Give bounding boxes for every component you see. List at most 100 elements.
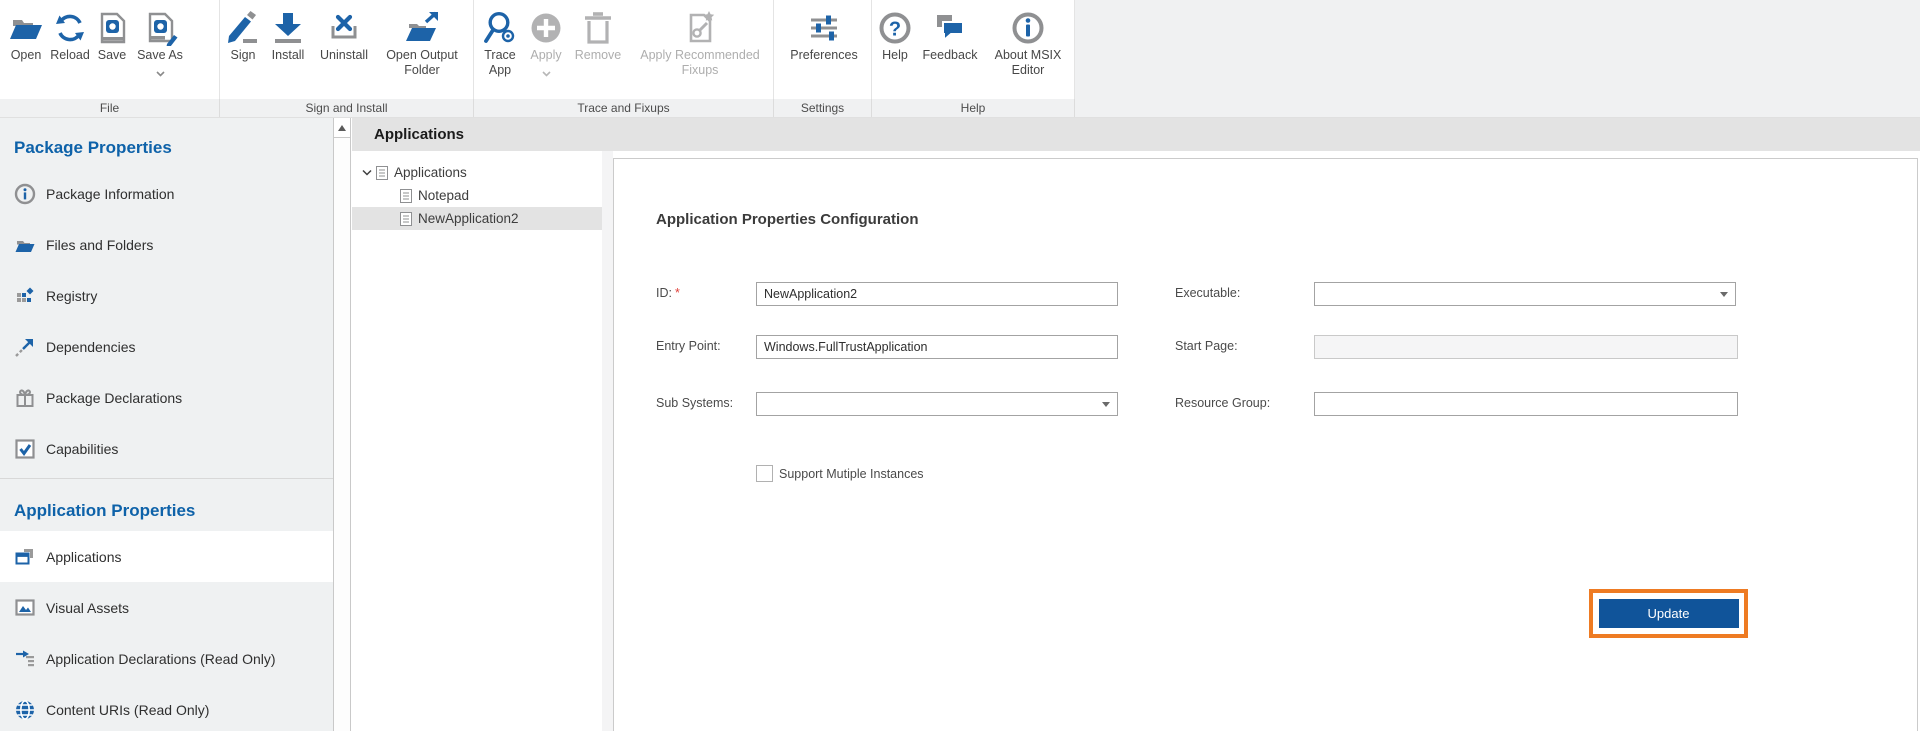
sidebar-item-label: Visual Assets <box>46 600 129 616</box>
open-output-folder-button[interactable]: Open Output Folder <box>376 4 468 78</box>
reload-button[interactable]: Reload <box>48 4 92 63</box>
executable-input[interactable] <box>1314 282 1736 306</box>
scrollbar-thumb[interactable] <box>334 138 350 731</box>
help-button[interactable]: ? Help <box>874 4 916 63</box>
install-button[interactable]: Install <box>264 4 312 63</box>
sub-systems-input[interactable] <box>756 392 1118 416</box>
open-button[interactable]: Open <box>4 4 48 63</box>
sidebar-item-visual-assets[interactable]: Visual Assets <box>0 582 333 633</box>
about-msix-editor-button[interactable]: About MSIX Editor <box>984 4 1072 78</box>
help-button-label: Help <box>882 48 908 63</box>
remove-button: Remove <box>568 4 628 63</box>
remove-button-label: Remove <box>575 48 622 63</box>
sidebar-item-application-declarations[interactable]: Application Declarations (Read Only) <box>0 633 333 684</box>
document-icon <box>400 212 412 226</box>
document-icon <box>400 189 412 203</box>
id-input[interactable] <box>756 282 1118 306</box>
executable-label: Executable: <box>1175 286 1240 300</box>
install-button-label: Install <box>272 48 305 63</box>
update-button[interactable]: Update <box>1599 599 1739 628</box>
install-download-icon <box>270 8 306 48</box>
sidebar-item-dependencies[interactable]: Dependencies <box>0 321 333 372</box>
ribbon-group-help: ? Help Feedback About MSIX Editor <box>872 0 1075 99</box>
group-label-trace-and-fixups: Trace and Fixups <box>474 99 774 117</box>
applications-window-icon <box>14 546 36 568</box>
sidebar-item-content-uris[interactable]: Content URIs (Read Only) <box>0 684 333 735</box>
save-button[interactable]: Save <box>92 4 132 63</box>
sub-systems-label: Sub Systems: <box>656 396 733 410</box>
preferences-button[interactable]: Preferences <box>782 4 866 63</box>
feedback-speech-bubbles-icon <box>932 8 968 48</box>
application-properties-form: Application Properties Configuration ID:… <box>613 158 1918 731</box>
page-title: Applications <box>374 126 464 143</box>
info-icon <box>14 183 36 205</box>
uninstall-button[interactable]: Uninstall <box>312 4 376 63</box>
sub-systems-combobox[interactable] <box>756 392 1118 416</box>
tree-row-notepad[interactable]: Notepad <box>352 184 602 207</box>
apply-button: Apply <box>524 4 568 82</box>
sidebar-item-label: Package Information <box>46 186 174 202</box>
ribbon-buttons-row: Open Reload Save Save As <box>0 0 1920 99</box>
sidebar-item-label: Content URIs (Read Only) <box>46 702 209 718</box>
sidebar-item-package-information[interactable]: Package Information <box>0 168 333 219</box>
group-label-help: Help <box>872 99 1075 117</box>
sidebar-item-label: Application Declarations (Read Only) <box>46 651 276 667</box>
entry-point-input[interactable] <box>756 335 1118 359</box>
applications-tree: Applications Notepad NewApplication2 <box>352 151 602 731</box>
triangle-up-icon <box>338 125 346 131</box>
trace-app-magnifier-icon <box>482 8 518 48</box>
apply-recommended-fixups-button: Apply Recommended Fixups <box>628 4 772 78</box>
group-label-sign-and-install: Sign and Install <box>220 99 474 117</box>
sidebar-item-package-declarations[interactable]: Package Declarations <box>0 372 333 423</box>
open-output-folder-icon <box>404 8 440 48</box>
tree-row-applications-root[interactable]: Applications <box>352 161 602 184</box>
about-msix-editor-button-label: About MSIX Editor <box>984 48 1072 78</box>
reload-button-label: Reload <box>50 48 90 63</box>
feedback-button[interactable]: Feedback <box>916 4 984 63</box>
declarations-arrow-list-icon <box>14 648 36 670</box>
sidebar-item-applications[interactable]: Applications <box>0 531 333 582</box>
group-label-spacer <box>1075 99 1920 117</box>
help-question-icon: ? <box>877 8 913 48</box>
sidebar-item-registry[interactable]: Registry <box>0 270 333 321</box>
support-multiple-instances-checkbox[interactable] <box>756 465 773 482</box>
sidebar-item-files-and-folders[interactable]: Files and Folders <box>0 219 333 270</box>
save-icon <box>94 8 130 48</box>
save-as-icon <box>142 8 178 48</box>
chevron-down-icon[interactable] <box>360 169 374 176</box>
tree-row-newapplication2[interactable]: NewApplication2 <box>352 207 602 230</box>
save-as-button-label: Save As <box>137 48 183 63</box>
tree-node-label: Applications <box>394 165 467 180</box>
start-page-input <box>1314 335 1738 359</box>
save-as-button[interactable]: Save As <box>132 4 188 82</box>
executable-combobox[interactable] <box>1314 282 1736 306</box>
image-icon <box>14 597 36 619</box>
form-title: Application Properties Configuration <box>656 211 919 228</box>
page-title-bar: Applications <box>352 118 1920 151</box>
trace-app-button[interactable]: Trace App <box>476 4 524 78</box>
id-label: ID:* <box>656 286 680 300</box>
form-area: Application Properties Configuration ID:… <box>613 151 1920 731</box>
sidebar-item-label: Applications <box>46 549 122 565</box>
tree-node-label: Notepad <box>418 188 469 203</box>
sign-button[interactable]: Sign <box>222 4 264 63</box>
scrollbar-up-button[interactable] <box>334 118 350 138</box>
sidebar-item-label: Package Declarations <box>46 390 182 406</box>
feedback-button-label: Feedback <box>923 48 978 63</box>
sidebar-scrollbar[interactable] <box>333 118 351 731</box>
apply-plus-icon <box>528 8 564 48</box>
reload-icon <box>52 8 88 48</box>
sign-pencil-icon <box>225 8 261 48</box>
dropdown-arrow-icon[interactable] <box>1102 402 1110 407</box>
globe-icon <box>14 699 36 721</box>
chevron-down-icon <box>542 64 551 82</box>
resource-group-input[interactable] <box>1314 392 1738 416</box>
about-info-icon <box>1010 8 1046 48</box>
ribbon-group-file: Open Reload Save Save As <box>0 0 220 99</box>
sidebar-item-capabilities[interactable]: Capabilities <box>0 423 333 474</box>
entry-point-label: Entry Point: <box>656 339 721 353</box>
update-button-highlight: Update <box>1589 589 1748 638</box>
ribbon-toolbar: Open Reload Save Save As <box>0 0 1920 118</box>
sign-button-label: Sign <box>230 48 255 63</box>
dropdown-arrow-icon[interactable] <box>1720 292 1728 297</box>
